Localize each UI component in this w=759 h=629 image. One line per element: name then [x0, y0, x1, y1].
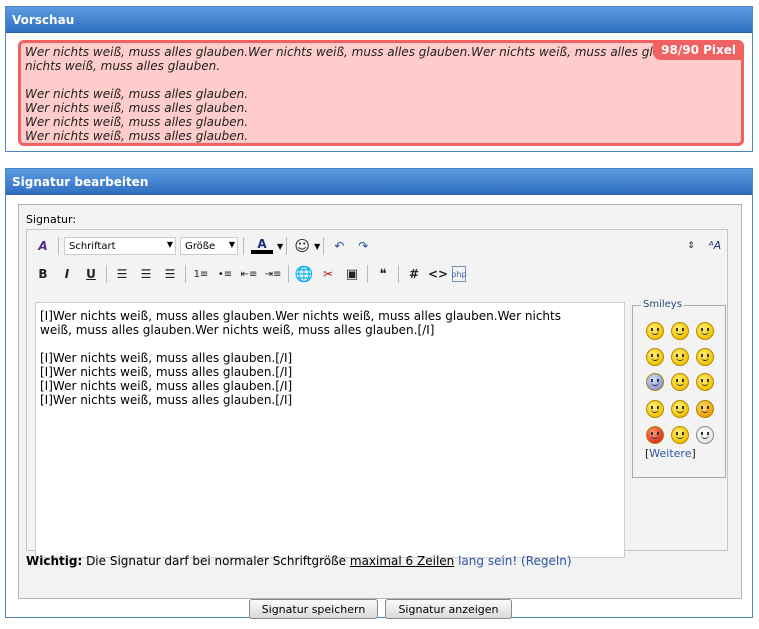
smiley-icon[interactable] — [646, 348, 664, 366]
chevron-down-icon: ▼ — [228, 240, 235, 249]
editor-panel: Signatur bearbeiten Signatur: A Schrifta… — [5, 168, 753, 619]
toolbar-separator — [367, 265, 368, 283]
textarea-line: [I]Wer nichts weiß, muss alles glauben.[… — [40, 351, 293, 365]
redo-icon[interactable]: ↷ — [353, 236, 373, 256]
quote-icon[interactable]: ❝ — [373, 264, 393, 284]
smiley-menu-icon[interactable]: ☺ — [292, 236, 312, 256]
smiley-icon[interactable] — [671, 322, 689, 340]
preview-title: Vorschau — [6, 7, 752, 33]
toolbar-separator — [288, 265, 289, 283]
italic-icon[interactable]: I — [57, 264, 77, 284]
smiley-icon[interactable] — [646, 426, 664, 444]
bold-icon[interactable]: B — [33, 264, 53, 284]
php-icon[interactable]: php — [451, 266, 467, 282]
remove-format-icon[interactable]: A — [33, 236, 53, 256]
textarea-line: [I]Wer nichts weiß, muss alles glauben.[… — [40, 379, 293, 393]
preview-line: Wer nichts weiß, muss alles glauben.Wer … — [25, 45, 719, 59]
notice-underline: maximal 6 Zeilen — [349, 554, 455, 568]
outdent-icon[interactable]: ⇤≡ — [239, 264, 259, 284]
toolbar-separator — [286, 237, 288, 255]
textarea-line: [I]Wer nichts weiß, muss alles glauben.[… — [40, 393, 293, 407]
unordered-list-icon[interactable]: •≡ — [215, 264, 235, 284]
textarea-line: [I]Wer nichts weiß, muss alles glauben.W… — [40, 309, 561, 323]
preview-panel: Vorschau 98/90 Pixel Wer nichts weiß, mu… — [5, 6, 753, 152]
color-bar — [251, 250, 273, 254]
font-select-value: Schriftart — [69, 240, 116, 252]
toolbar-row-1: A Schriftart ▼ Größe ▼ A ▼ ☺ ▼ ↶ ↷ — [31, 232, 375, 260]
smiley-icon[interactable] — [696, 322, 714, 340]
rules-link[interactable]: Regeln — [526, 554, 567, 568]
editor-inner: Signatur: A Schriftart ▼ Größe ▼ A ▼ ☺ ▼ ↶… — [18, 204, 742, 599]
toolbar-separator — [58, 237, 59, 255]
smiley-icon[interactable] — [696, 348, 714, 366]
smiley-icon[interactable] — [646, 400, 664, 418]
more-smileys: [Weitere] — [645, 447, 696, 460]
notice-close: ) — [566, 554, 572, 568]
size-select-value: Größe — [185, 240, 216, 252]
font-select[interactable]: Schriftart ▼ — [64, 237, 176, 255]
smiley-icon[interactable] — [671, 400, 689, 418]
preview-line: Wer nichts weiß, muss alles glauben. — [25, 101, 249, 115]
chevron-down-icon[interactable]: ▼ — [314, 242, 320, 251]
preview-line: Wer nichts weiß, muss alles glauben. — [25, 87, 249, 101]
smiley-icon[interactable] — [646, 322, 664, 340]
insert-image-icon[interactable]: ▣ — [342, 264, 362, 284]
switch-mode-icon[interactable]: ᴬA — [705, 235, 725, 255]
preview-line: nichts weiß, muss alles glauben. — [25, 59, 221, 73]
hash-icon[interactable]: # — [404, 264, 424, 284]
align-left-icon[interactable]: ☰ — [112, 264, 132, 284]
smileys-box: Smileys [Weitere] — [632, 299, 726, 478]
insert-link-icon[interactable]: 🌐 — [294, 264, 314, 284]
smiley-icon[interactable] — [671, 426, 689, 444]
chevron-down-icon[interactable]: ▼ — [277, 242, 283, 251]
align-right-icon[interactable]: ☰ — [160, 264, 180, 284]
preview-line: Wer nichts weiß, muss alles glauben. — [25, 115, 249, 129]
show-signature-button[interactable]: Signatur anzeigen — [385, 599, 512, 619]
notice-after: lang sein! ( — [454, 554, 526, 568]
textarea-line: [I]Wer nichts weiß, muss alles glauben.[… — [40, 365, 293, 379]
smileys-legend: Smileys — [641, 299, 684, 310]
indent-icon[interactable]: ⇥≡ — [263, 264, 283, 284]
save-signature-button[interactable]: Signatur speichern — [249, 599, 378, 619]
smiley-icon[interactable] — [671, 373, 689, 391]
toolbar-separator — [323, 237, 325, 255]
code-icon[interactable]: <> — [428, 264, 448, 284]
toolbar-separator — [243, 237, 244, 255]
toolbar-separator — [106, 265, 107, 283]
notice-text: Wichtig: Die Signatur darf bei normaler … — [26, 554, 572, 568]
underline-icon[interactable]: U — [81, 264, 101, 284]
chevron-down-icon: ▼ — [166, 240, 173, 249]
preview-line — [25, 73, 737, 87]
preview-line: Wer nichts weiß, muss alles glauben. — [25, 129, 249, 143]
notice-strong: Wichtig: — [26, 554, 83, 568]
smiley-icon[interactable] — [696, 373, 714, 391]
remove-link-icon[interactable]: ✂ — [318, 264, 338, 284]
text-color-glyph: A — [257, 237, 267, 251]
undo-icon[interactable]: ↶ — [329, 236, 349, 256]
font-color-icon[interactable]: A — [249, 236, 275, 256]
signature-textarea[interactable]: [I]Wer nichts weiß, muss alles glauben.W… — [35, 302, 625, 558]
preview-box: 98/90 Pixel Wer nichts weiß, muss alles … — [18, 40, 744, 146]
smiley-icon[interactable] — [696, 426, 714, 444]
align-center-icon[interactable]: ☰ — [136, 264, 156, 284]
toolbar-separator — [185, 265, 186, 283]
smiley-icon[interactable] — [671, 348, 689, 366]
signature-label: Signatur: — [26, 213, 77, 226]
pixel-count-badge: 98/90 Pixel — [653, 43, 741, 60]
smiley-icon[interactable] — [696, 400, 714, 418]
toolbar-row-2: B I U ☰ ☰ ☰ 1≡ •≡ ⇤≡ ⇥≡ 🌐 ✂ ▣ ❝ # <> php — [31, 260, 468, 288]
textarea-line — [40, 337, 620, 351]
editor-title: Signatur bearbeiten — [6, 169, 752, 195]
toolbar-separator — [398, 265, 399, 283]
textarea-line: weiß, muss alles glauben.Wer nichts weiß… — [40, 323, 435, 337]
more-smileys-link[interactable]: Weitere — [649, 447, 691, 460]
size-select[interactable]: Größe ▼ — [180, 237, 238, 255]
notice-part: Die Signatur darf bei normaler Schriftgr… — [82, 554, 350, 568]
smiley-icon[interactable] — [646, 373, 664, 391]
resize-icon[interactable]: ⇕ — [681, 236, 701, 256]
ordered-list-icon[interactable]: 1≡ — [191, 264, 211, 284]
editor-area: A Schriftart ▼ Größe ▼ A ▼ ☺ ▼ ↶ ↷ ⇕ ᴬA B … — [26, 229, 728, 558]
